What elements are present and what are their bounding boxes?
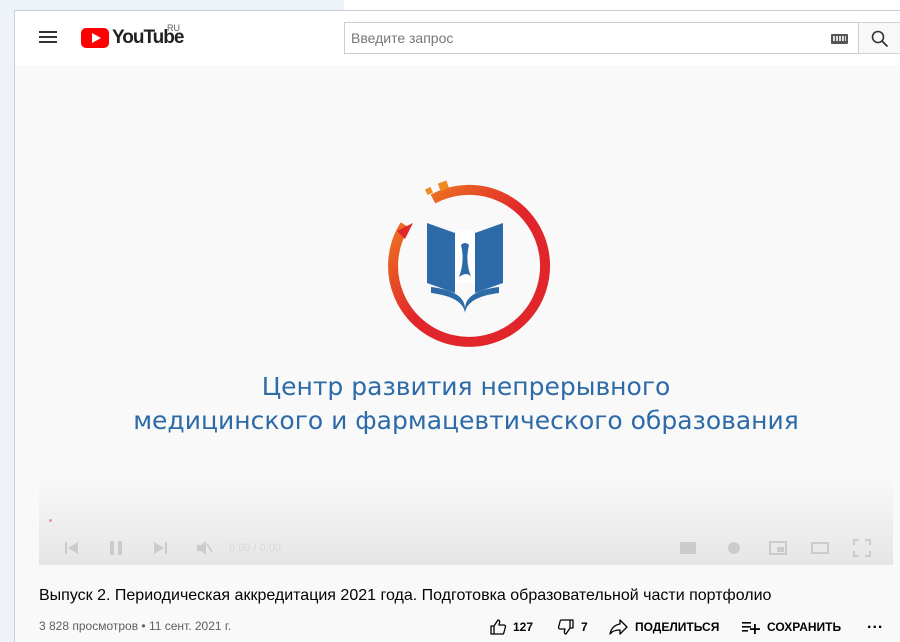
desktop-top-strip (14, 0, 900, 10)
time-display: 0:00 / 0:00 (229, 542, 281, 554)
masthead: YouTube RU (15, 11, 900, 65)
keyboard-icon[interactable] (831, 34, 848, 44)
menu-icon[interactable] (37, 28, 59, 48)
player-controls: 0:00 / 0:00 (39, 531, 893, 565)
search-box (344, 22, 859, 54)
region-label: RU (167, 23, 180, 33)
save-button[interactable]: СОХРАНИТЬ (741, 617, 841, 637)
overlay-text-line1: Центр развития непрерывного (261, 372, 671, 401)
search-button[interactable] (859, 22, 900, 54)
youtube-logo[interactable]: YouTube RU (81, 23, 184, 50)
next-icon[interactable] (151, 539, 169, 557)
settings-icon[interactable] (725, 539, 743, 557)
video-meta: 3 828 просмотров • 11 сент. 2021 г. (39, 619, 232, 633)
theater-mode-icon[interactable] (811, 539, 829, 557)
thumbs-down-icon (557, 619, 574, 635)
save-label: СОХРАНИТЬ (767, 620, 842, 634)
share-label: ПОДЕЛИТЬСЯ (635, 620, 720, 634)
like-count: 127 (513, 620, 534, 634)
search-icon (871, 30, 889, 48)
like-button[interactable]: 127 (489, 617, 533, 637)
video-player[interactable]: Центр развития непрерывного медицинского… (39, 85, 893, 565)
video-title: Выпуск 2. Периодическая аккредитация 202… (39, 587, 772, 604)
play-logo-icon (81, 28, 109, 48)
fullscreen-icon[interactable] (853, 539, 871, 557)
share-icon (609, 619, 628, 635)
browser-window: YouTube RU Введите запрос Центр развития… (14, 10, 900, 642)
add-to-playlist-icon (742, 622, 760, 634)
dislike-button[interactable]: 7 (557, 617, 588, 637)
miniplayer-icon[interactable] (769, 539, 787, 557)
subtitles-icon[interactable] (679, 539, 697, 557)
previous-icon[interactable] (63, 539, 81, 557)
overlay-text-line2: медицинского и фармацевтического образов… (133, 406, 799, 435)
center-logo (388, 180, 551, 347)
mute-icon[interactable] (195, 539, 213, 557)
more-actions-icon[interactable]: ... (867, 615, 883, 633)
search-input[interactable] (345, 23, 825, 53)
pause-icon[interactable] (107, 539, 125, 557)
thumbs-up-icon (490, 619, 507, 635)
dislike-count: 7 (581, 620, 588, 634)
desktop-left-strip (0, 0, 14, 642)
share-button[interactable]: ПОДЕЛИТЬСЯ (609, 617, 719, 637)
